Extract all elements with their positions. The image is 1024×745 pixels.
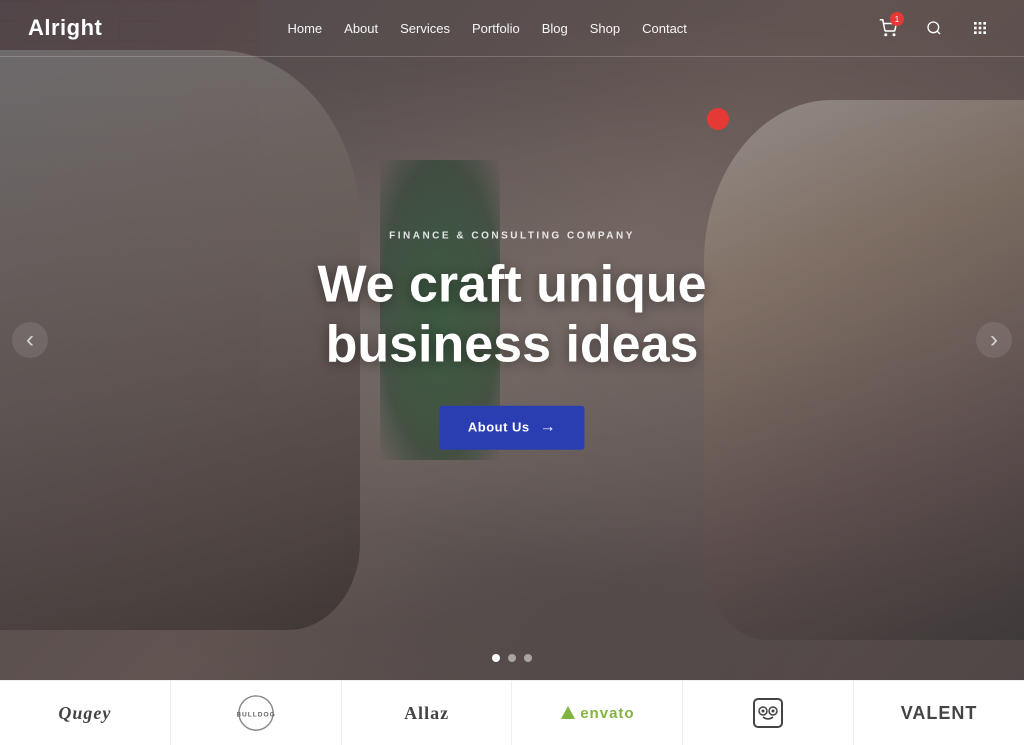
slider-dot-1[interactable] [492, 654, 500, 662]
cart-button[interactable]: 1 [872, 12, 904, 44]
cart-badge: 1 [890, 12, 904, 26]
nav-item-services[interactable]: Services [400, 21, 450, 36]
slider-next-button[interactable]: › [976, 322, 1012, 358]
hero-cta-arrow: → [540, 418, 557, 436]
hero-content: Finance & Consulting Company We craft un… [317, 231, 706, 450]
hero-cta-label: About Us [468, 420, 530, 435]
slider-dots [492, 654, 532, 662]
nav-item-about[interactable]: About [344, 21, 378, 36]
hero-subtitle: Finance & Consulting Company [317, 231, 706, 242]
hero-section: Alright Home About Services Portfolio Bl… [0, 0, 1024, 680]
logo-bulldog: BULLDOG [171, 681, 342, 745]
envato-text: envato [580, 705, 634, 722]
main-nav: Home About Services Portfolio Blog Shop … [287, 21, 686, 36]
header-icons: 1 [872, 12, 996, 44]
logo-qugey: Qugey [0, 681, 171, 745]
logo-allaz: Allaz [342, 681, 513, 745]
hero-title-line2: business ideas [326, 316, 699, 374]
logo-owl [683, 681, 854, 745]
slider-dot-2[interactable] [508, 654, 516, 662]
grid-menu-button[interactable] [964, 12, 996, 44]
slider-prev-button[interactable]: ‹ [12, 322, 48, 358]
logos-section: Qugey BULLDOG Allaz envato VALENT [0, 680, 1024, 745]
logo-envato: envato [512, 681, 683, 745]
hero-title-line1: We craft unique [317, 256, 706, 314]
nav-item-blog[interactable]: Blog [542, 21, 568, 36]
nav-item-home[interactable]: Home [287, 21, 322, 36]
svg-text:BULLDOG: BULLDOG [237, 712, 275, 719]
site-header: Alright Home About Services Portfolio Bl… [0, 0, 1024, 56]
nav-item-portfolio[interactable]: Portfolio [472, 21, 520, 36]
header-border [0, 56, 1024, 57]
site-logo[interactable]: Alright [28, 15, 102, 41]
logo-valent: VALENT [854, 681, 1024, 745]
search-button[interactable] [918, 12, 950, 44]
hero-title: We craft unique business ideas [317, 256, 706, 376]
hero-cta-button[interactable]: About Us → [440, 405, 584, 449]
red-dot-decoration [707, 108, 729, 130]
nav-item-contact[interactable]: Contact [642, 21, 687, 36]
nav-item-shop[interactable]: Shop [590, 21, 620, 36]
slider-dot-3[interactable] [524, 654, 532, 662]
